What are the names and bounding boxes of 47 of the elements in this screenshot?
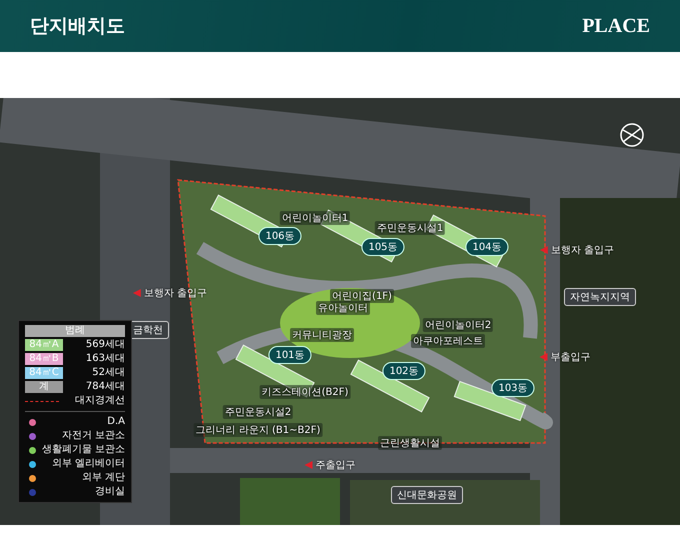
brand-logo: PLACE — [582, 14, 650, 38]
page-title: 단지배치도 — [30, 14, 125, 39]
entrance-label: 주출입구 — [316, 459, 356, 472]
legend-label: 생활폐기물 보관소 — [42, 444, 125, 456]
facility-label: 키즈스테이션(B2F) — [260, 385, 350, 399]
legend-label: 경비실 — [95, 486, 125, 498]
compass-icon — [619, 122, 645, 148]
unit-type-chip: 84㎡A — [25, 339, 63, 351]
unit-type-chip: 84㎡B — [25, 353, 63, 365]
unit-type-chip: 84㎡C — [25, 367, 63, 379]
building-label: 102동 — [382, 362, 426, 380]
unit-type-chip: 계 — [25, 381, 63, 393]
facility-label: 어린이집(1F) — [330, 289, 394, 303]
building-label: 103동 — [491, 379, 535, 397]
facility-label: 유아놀이터 — [316, 301, 370, 315]
legend-label: D.A — [107, 416, 125, 428]
triangle-marker-icon — [540, 246, 548, 254]
facility-label: 근린생활시설 — [378, 436, 442, 450]
boundary-line-icon — [25, 400, 59, 402]
triangle-marker-icon — [540, 353, 548, 361]
triangle-marker-icon — [132, 289, 141, 297]
household-count: 569세대 — [86, 339, 125, 351]
facility-label: 주민운동시설1 — [374, 221, 446, 235]
legend-label: 외부 계단 — [82, 472, 125, 484]
facility-label: 어린이놀이터1 — [280, 211, 350, 225]
triangle-marker-icon — [304, 461, 312, 469]
facility-label: 아쿠아포레스트 — [411, 334, 485, 348]
household-count: 52세대 — [92, 367, 125, 379]
building-label: 104동 — [465, 238, 509, 256]
facility-label: 어린이놀이터2 — [422, 318, 494, 332]
entrance-label: 부출입구 — [550, 351, 590, 364]
area-label: 자연녹지지역 — [564, 288, 636, 306]
building-label: 101동 — [268, 346, 312, 364]
legend-label: 외부 엘리베이터 — [52, 458, 125, 470]
legend-label: 대지경계선 — [75, 395, 125, 407]
household-count: 163세대 — [86, 353, 125, 365]
entrance-label: 보행자 출입구 — [550, 244, 614, 257]
facility-label: 커뮤니티광장 — [290, 328, 354, 342]
building-label: 105동 — [361, 238, 405, 256]
legend-title: 범례 — [25, 325, 125, 337]
household-count: 784세대 — [86, 381, 125, 393]
entrance-label: 보행자 출입구 — [144, 287, 208, 300]
facility-label: 주민운동시설2 — [222, 405, 294, 419]
facility-label: 그리너리 라운지 (B1~B2F) — [194, 423, 322, 437]
building-label: 106동 — [258, 227, 302, 245]
area-label: 신대문화공원 — [391, 486, 463, 504]
legend-label: 자전거 보관소 — [62, 430, 125, 442]
